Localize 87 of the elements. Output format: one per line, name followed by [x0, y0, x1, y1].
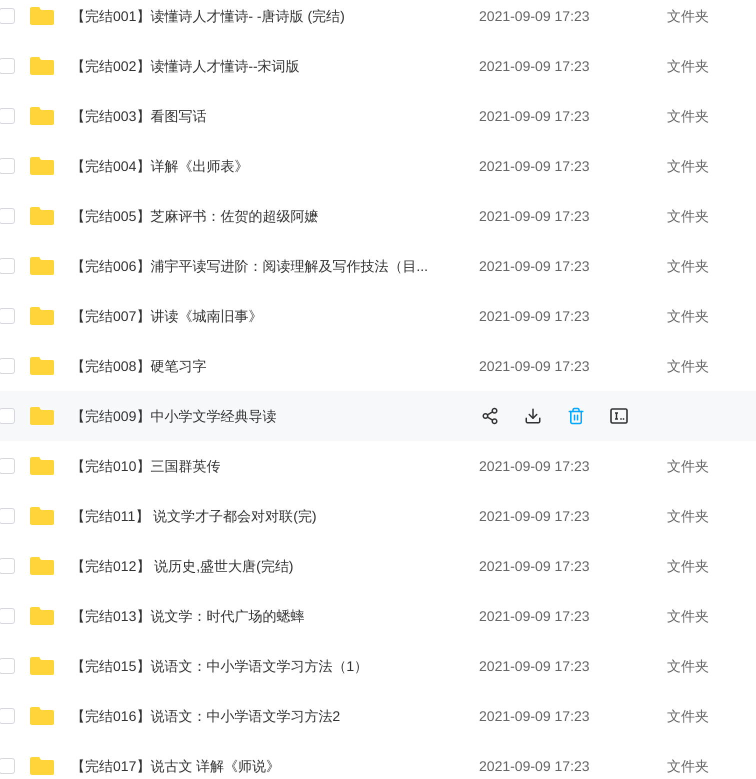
folder-name[interactable]: 【完结013】说文学：时代广场的蟋蟀 — [71, 606, 471, 626]
folder-icon — [29, 156, 55, 176]
download-button[interactable] — [523, 406, 543, 426]
modified-date: 2021-09-09 17:23 — [479, 6, 591, 26]
folder-icon — [29, 756, 55, 776]
folder-icon — [29, 456, 55, 476]
checkbox[interactable] — [0, 758, 15, 774]
checkbox[interactable] — [0, 358, 15, 374]
folder-icon — [29, 656, 55, 676]
trash-icon — [567, 407, 585, 425]
share-button[interactable] — [480, 406, 500, 426]
folder-name[interactable]: 【完结017】说古文 详解《师说》 — [71, 756, 471, 776]
rename-button[interactable] — [609, 406, 629, 426]
folder-name[interactable]: 【完结004】详解《出师表》 — [71, 156, 471, 176]
folder-icon — [29, 506, 55, 526]
modified-date: 2021-09-09 17:23 — [479, 306, 591, 326]
folder-icon — [29, 56, 55, 76]
file-type: 文件夹 — [667, 156, 709, 176]
file-type: 文件夹 — [667, 356, 709, 376]
checkbox[interactable] — [0, 8, 15, 24]
modified-date: 2021-09-09 17:23 — [479, 706, 591, 726]
modified-date: 2021-09-09 17:23 — [479, 56, 591, 76]
folder-icon — [29, 106, 55, 126]
file-type: 文件夹 — [667, 256, 709, 276]
file-type: 文件夹 — [667, 106, 709, 126]
folder-icon — [29, 706, 55, 726]
modified-date: 2021-09-09 17:23 — [479, 756, 591, 776]
checkbox[interactable] — [0, 408, 15, 424]
folder-name[interactable]: 【完结011】 说文学才子都会对对联(完) — [71, 506, 471, 526]
checkbox[interactable] — [0, 708, 15, 724]
folder-name[interactable]: 【完结006】浦宇平读写进阶：阅读理解及写作技法（目... — [71, 256, 471, 276]
folder-icon — [29, 256, 55, 276]
modified-date: 2021-09-09 17:23 — [479, 256, 591, 276]
file-type: 文件夹 — [667, 756, 709, 776]
folder-name[interactable]: 【完结009】中小学文学经典导读 — [71, 406, 471, 426]
file-type: 文件夹 — [667, 556, 709, 576]
file-type: 文件夹 — [667, 306, 709, 326]
folder-icon — [29, 306, 55, 326]
checkbox[interactable] — [0, 508, 15, 524]
modified-date: 2021-09-09 17:23 — [479, 656, 591, 676]
checkbox[interactable] — [0, 158, 15, 174]
folder-icon — [29, 6, 55, 26]
modified-date: 2021-09-09 17:23 — [479, 356, 591, 376]
file-type: 文件夹 — [667, 56, 709, 76]
modified-date: 2021-09-09 17:23 — [479, 456, 591, 476]
folder-name[interactable]: 【完结001】读懂诗人才懂诗- -唐诗版 (完结) — [71, 6, 471, 26]
folder-name[interactable]: 【完结003】看图写话 — [71, 106, 471, 126]
file-type: 文件夹 — [667, 706, 709, 726]
file-type: 文件夹 — [667, 206, 709, 226]
folder-name[interactable]: 【完结016】说语文：中小学语文学习方法2 — [71, 706, 471, 726]
folder-name[interactable]: 【完结008】硬笔习字 — [71, 356, 471, 376]
checkbox[interactable] — [0, 258, 15, 274]
checkbox[interactable] — [0, 608, 15, 624]
file-type: 文件夹 — [667, 6, 709, 26]
share-icon — [481, 407, 499, 425]
checkbox[interactable] — [0, 558, 15, 574]
checkbox[interactable] — [0, 108, 15, 124]
modified-date: 2021-09-09 17:23 — [479, 506, 591, 526]
checkbox[interactable] — [0, 58, 15, 74]
folder-icon — [29, 556, 55, 576]
modified-date: 2021-09-09 17:23 — [479, 206, 591, 226]
file-type: 文件夹 — [667, 656, 709, 676]
file-type: 文件夹 — [667, 456, 709, 476]
folder-name[interactable]: 【完结012】 说历史,盛世大唐(完结) — [71, 556, 471, 576]
folder-icon — [29, 406, 55, 426]
download-icon — [524, 407, 542, 425]
folder-name[interactable]: 【完结002】读懂诗人才懂诗--宋词版 — [71, 56, 471, 76]
checkbox[interactable] — [0, 308, 15, 324]
modified-date: 2021-09-09 17:23 — [479, 556, 591, 576]
modified-date: 2021-09-09 17:23 — [479, 156, 591, 176]
modified-date: 2021-09-09 17:23 — [479, 606, 591, 626]
folder-name[interactable]: 【完结015】说语文：中小学语文学习方法（1） — [71, 656, 471, 676]
checkbox[interactable] — [0, 208, 15, 224]
folder-icon — [29, 356, 55, 376]
checkbox[interactable] — [0, 658, 15, 674]
folder-name[interactable]: 【完结007】讲读《城南旧事》 — [71, 306, 471, 326]
file-type: 文件夹 — [667, 606, 709, 626]
file-row[interactable]: 【完结009】中小学文学经典导读 — [0, 391, 756, 441]
folder-icon — [29, 606, 55, 626]
modified-date: 2021-09-09 17:23 — [479, 106, 591, 126]
folder-name[interactable]: 【完结010】三国群英传 — [71, 456, 471, 476]
rename-icon — [610, 408, 628, 424]
delete-button[interactable] — [566, 406, 586, 426]
folder-icon — [29, 206, 55, 226]
file-type: 文件夹 — [667, 506, 709, 526]
folder-name[interactable]: 【完结005】芝麻评书：佐贺的超级阿嬷 — [71, 206, 471, 226]
checkbox[interactable] — [0, 458, 15, 474]
